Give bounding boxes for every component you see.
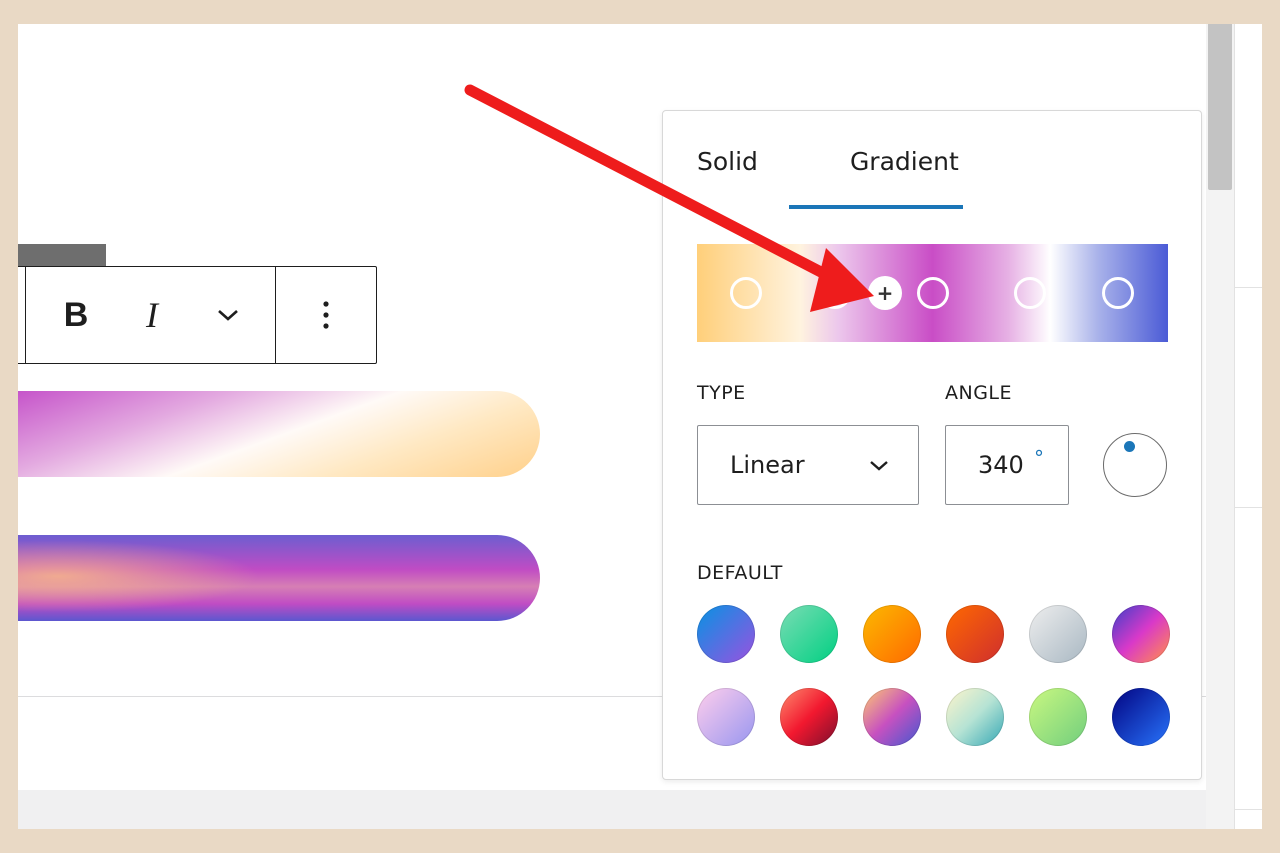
swatch-amber-to-orange[interactable] [863, 605, 921, 663]
gradient-stop[interactable] [1102, 277, 1134, 309]
insert-stop-button[interactable]: + [868, 276, 902, 310]
angle-label: ANGLE [945, 382, 1013, 404]
swatch-blush-light-purple[interactable] [697, 688, 755, 746]
scrollbar-thumb[interactable] [1208, 24, 1232, 190]
more-formatting-button[interactable] [190, 285, 266, 345]
swatch-very-light-gray-to-gray[interactable] [1029, 605, 1087, 663]
editor-frame: B I Solid Gradient + TYPE ANGLE Linear 3… [18, 24, 1262, 829]
gradient-type-value: Linear [730, 451, 805, 479]
gradient-bar[interactable]: + [697, 244, 1168, 342]
bold-button[interactable]: B [38, 285, 114, 345]
gradient-stop[interactable] [819, 277, 851, 309]
swatch-vivid-cyan-blue-to-purple[interactable] [697, 605, 755, 663]
italic-button[interactable]: I [114, 285, 190, 345]
block-label-tab [18, 244, 106, 266]
swatch-blush-bordeaux[interactable] [780, 688, 838, 746]
type-label: TYPE [697, 382, 746, 404]
swatch-orange-to-red[interactable] [946, 605, 1004, 663]
angle-dial-handle[interactable] [1124, 441, 1135, 452]
plus-icon: + [876, 281, 894, 305]
block-toolbar: B I [18, 266, 377, 364]
editor-footer [18, 790, 1206, 829]
gradient-type-select[interactable]: Linear [697, 425, 919, 505]
options-button[interactable] [276, 300, 376, 330]
angle-dial[interactable] [1103, 433, 1167, 497]
swatch-cool-to-warm-spectrum[interactable] [1112, 605, 1170, 663]
swatch-midnight[interactable] [1112, 688, 1170, 746]
swatch-pale-ocean[interactable] [946, 688, 1004, 746]
more-vertical-icon [323, 301, 329, 329]
formatting-group: B I [25, 267, 277, 363]
gradient-stop[interactable] [1014, 277, 1046, 309]
active-tab-indicator [789, 205, 963, 209]
tab-solid[interactable]: Solid [697, 147, 758, 204]
tab-gradient[interactable]: Gradient [850, 147, 959, 204]
settings-sidebar-edge [1234, 24, 1262, 829]
chevron-down-icon [218, 310, 238, 321]
swatch-electric-grass[interactable] [1029, 688, 1087, 746]
color-type-tabs: Solid Gradient [697, 147, 959, 204]
default-gradients-label: DEFAULT [697, 562, 783, 584]
gradient-button-block-2[interactable] [18, 535, 540, 621]
swatch-light-green-cyan-to-green[interactable] [780, 605, 838, 663]
chevron-down-icon [870, 461, 888, 471]
degree-unit: ° [1034, 446, 1044, 470]
swatch-luminous-dusk[interactable] [863, 688, 921, 746]
color-gradient-popover: Solid Gradient + TYPE ANGLE Linear 340 ° [662, 110, 1202, 780]
gradient-stop[interactable] [730, 277, 762, 309]
angle-value: 340 [978, 451, 1024, 479]
angle-input[interactable]: 340 ° [945, 425, 1069, 505]
gradient-button-block-1[interactable] [18, 391, 540, 477]
gradient-stop[interactable] [917, 277, 949, 309]
